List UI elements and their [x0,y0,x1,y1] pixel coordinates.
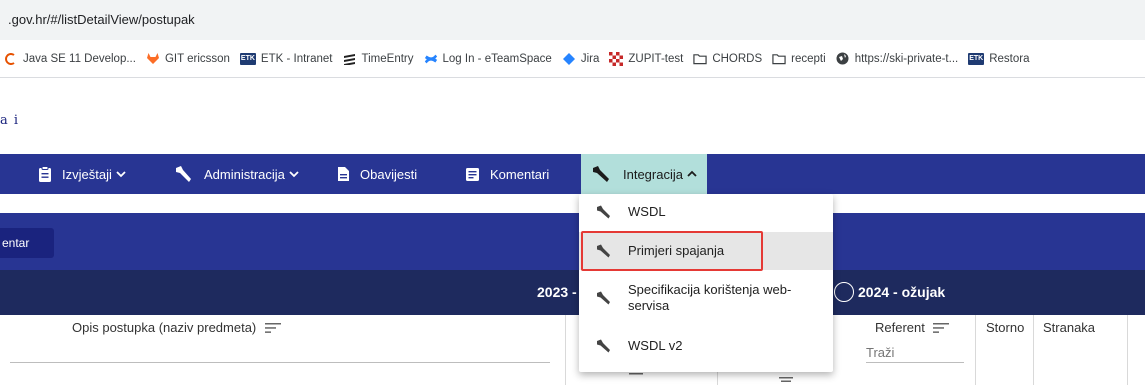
filter-icon[interactable] [265,322,282,334]
gitlab-icon [146,52,160,66]
wrench-icon [174,165,194,183]
java-icon [4,52,18,66]
wrench-icon [596,339,612,353]
header-opis-postupka[interactable]: Opis postupka (naziv predmeta) [72,320,282,335]
bookmark-item[interactable]: TimeEntry [343,52,414,66]
main-nav: Izvještaji Administracija Obavijesti Kom… [0,154,1145,194]
globe-icon [836,52,850,66]
bookmark-label: Jira [580,52,600,65]
bookmarks-bar: Java SE 11 Develop... GIT ericsson ETK ETK … [0,40,1145,78]
toolbar [0,213,1145,270]
filter-icon[interactable] [932,322,949,334]
bookmark-label: recepti [791,52,826,65]
komentar-button[interactable]: entar [0,228,54,258]
folder-icon [693,52,707,66]
document-icon [337,166,350,182]
browser-address-bar[interactable]: .gov.hr/#/listDetailView/postupak [0,0,1145,40]
bookmark-item[interactable]: ETK Restora [968,52,1030,65]
bookmark-label: Restora [989,52,1030,65]
confluence-icon [424,52,438,66]
integracija-dropdown: WSDL Primjeri spajanja Specifikacija kor… [579,194,833,372]
bookmark-label: GIT ericsson [164,52,230,65]
nav-label: Izvještaji [62,166,112,182]
address-url[interactable]: .gov.hr/#/listDetailView/postupak [8,12,195,27]
screenshot-root: .gov.hr/#/listDetailView/postupak Java S… [0,0,1145,385]
menu-item-wsdl-v2[interactable]: WSDL v2 [579,328,833,364]
bookmark-item[interactable]: Java SE 11 Develop... [4,52,136,66]
year-right-label[interactable]: 2024 - ožujak [858,284,945,300]
bookmark-label: Log In - eTeamSpace [442,52,552,65]
chevron-down-icon [116,170,126,178]
bookmark-item[interactable]: ETK ETK - Intranet [239,52,333,65]
folder-icon [772,52,786,66]
bookmark-label: ZUPIT-test [628,52,684,65]
menu-item-specifikacija[interactable]: Specifikacija korištenja web- servisa [579,274,833,322]
wrench-icon [591,165,613,183]
bookmark-item[interactable]: recepti [772,52,826,66]
menu-item-primjeri-spajanja[interactable]: Primjeri spajanja [579,232,833,270]
filter-icon[interactable] [629,372,643,378]
bookmark-item[interactable]: Log In - eTeamSpace [424,52,552,66]
header-referent[interactable]: Referent [875,320,949,335]
header-label: Opis postupka (naziv predmeta) [72,320,257,335]
nav-label: Integracija [623,166,683,182]
column-divider [1127,315,1128,385]
bookmark-item[interactable]: ZUPIT-test [609,51,684,66]
year-radio[interactable] [834,282,854,302]
menu-item-label: Specifikacija korištenja web- servisa [628,282,791,314]
nav-label: Administracija [204,166,285,182]
bookmark-item[interactable]: GIT ericsson [146,52,230,66]
menu-item-label: Primjeri spajanja [628,243,725,258]
column-divider [975,315,976,385]
column-divider [1033,315,1034,385]
nav-item-izvjestaji[interactable]: Izvještaji [38,154,126,194]
menu-item-wsdl[interactable]: WSDL [579,194,833,230]
filter-icon[interactable] [779,376,793,382]
chevron-up-icon [687,170,697,178]
year-selector: 2023 - 2024 - ožujak [0,270,1145,315]
etk-icon: ETK [968,52,985,65]
nav-label: Obavijesti [360,166,418,182]
menu-item-label: WSDL [628,204,666,219]
clipboard-icon [38,166,52,182]
year-left-label[interactable]: 2023 - [537,284,577,300]
site-logo-fragment: a i [0,113,20,128]
checkered-icon [609,51,624,66]
wrench-icon [596,244,612,258]
header-label: Referent [875,320,925,335]
bookmark-label: CHORDS [712,52,763,65]
comment-icon [465,167,480,182]
header-stranaka[interactable]: Stranaka [1043,320,1095,335]
chevron-down-icon [289,170,299,178]
wrench-icon [596,205,612,219]
bookmark-item[interactable]: CHORDS [693,52,762,66]
bookmark-label: https://ski-private-t... [854,52,959,65]
jira-icon [562,52,576,66]
bookmark-label: Java SE 11 Develop... [23,52,136,65]
column-divider [565,315,566,385]
bookmark-item[interactable]: Jira [562,52,600,66]
nav-label: Komentari [490,166,550,182]
bookmark-label: TimeEntry [361,52,414,65]
nav-item-obavijesti[interactable]: Obavijesti [337,154,417,194]
filter-underline [10,362,550,363]
menu-item-label-line: servisa [628,298,670,313]
etk-icon: ETK [239,52,256,65]
bookmark-item[interactable]: https://ski-private-t... [836,52,959,66]
stripes-icon [343,52,357,66]
bookmark-label: ETK - Intranet [260,52,333,65]
menu-item-label-line: Specifikacija korištenja web- [628,282,792,297]
nav-item-integracija[interactable]: Integracija [581,154,707,194]
header-storno[interactable]: Storno [986,320,1024,335]
menu-item-label: WSDL v2 [628,338,683,353]
referent-search-input[interactable] [866,343,964,363]
nav-item-administracija[interactable]: Administracija [174,154,299,194]
nav-item-komentari[interactable]: Komentari [465,154,549,194]
wrench-icon [596,291,612,305]
